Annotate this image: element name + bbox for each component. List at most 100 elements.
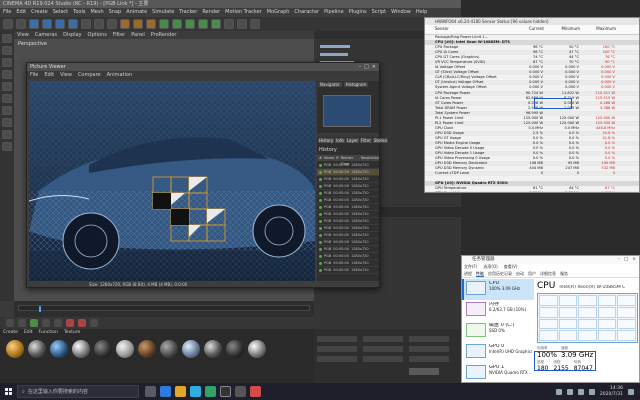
menu-item[interactable]: Create	[31, 8, 48, 17]
menu-item[interactable]: Tools	[73, 8, 85, 17]
history-tab[interactable]: Stereo	[372, 138, 388, 143]
start-button[interactable]	[0, 383, 17, 400]
axis-z-icon[interactable]	[107, 19, 117, 29]
viewport-menu-item[interactable]: Panel	[131, 31, 145, 39]
axis-x-icon[interactable]	[81, 19, 91, 29]
picture-viewer-menu-item[interactable]: Animation	[107, 71, 133, 79]
timeline-playhead[interactable]	[39, 306, 41, 312]
history-row[interactable]: PGB 00:00:00 1280x720	[317, 260, 379, 267]
history-tab[interactable]: Info	[335, 138, 345, 143]
array-icon[interactable]	[198, 19, 208, 29]
viewport-menu-item[interactable]: ProRender	[151, 31, 177, 39]
hwinfo-icon[interactable]	[250, 386, 261, 397]
history-row[interactable]: PGB 00:00:00 1280x720	[317, 246, 379, 253]
picture-viewer-menu-item[interactable]: Edit	[44, 71, 54, 79]
notification-icon[interactable]	[628, 388, 634, 395]
performance-item[interactable]: GPU 1NVIDIA Quadro RTX ... 0%	[462, 363, 534, 382]
deformer-icon[interactable]	[211, 19, 221, 29]
taskbar-search-box[interactable]: ⌕ 在这里输入你要搜索的内容	[17, 385, 139, 398]
navigator-thumbnail[interactable]	[323, 95, 371, 127]
task-manager-tab[interactable]: 性能	[476, 270, 484, 277]
live-select-icon[interactable]	[29, 19, 39, 29]
timeline-track[interactable]	[18, 305, 310, 312]
keyframe-icon[interactable]	[90, 319, 98, 327]
menu-item[interactable]: File	[3, 8, 11, 17]
undo-icon[interactable]	[3, 19, 13, 29]
cinema4d-icon[interactable]	[220, 386, 231, 397]
render-to-picture-viewer-icon[interactable]	[133, 19, 143, 29]
edges-mode-icon[interactable]	[2, 70, 12, 79]
material-menu-item[interactable]: Function	[39, 329, 58, 336]
history-tab[interactable]: History	[318, 138, 335, 143]
go-to-end-icon[interactable]	[54, 319, 62, 327]
store-icon[interactable]	[190, 386, 201, 397]
floor-icon[interactable]	[224, 19, 234, 29]
axis-mode-icon[interactable]	[2, 94, 12, 103]
mail-icon[interactable]	[205, 386, 216, 397]
col-maximum[interactable]: Maximum	[581, 25, 617, 34]
material-menu-item[interactable]: Create	[3, 329, 18, 336]
snap-icon[interactable]	[2, 118, 12, 127]
texture-mode-icon[interactable]	[2, 46, 12, 55]
menu-item[interactable]: Window	[391, 8, 411, 17]
task-view-icon[interactable]	[145, 386, 156, 397]
performance-item[interactable]: GPU 0Intel(R) UHD Graphics 2%	[462, 342, 534, 363]
history-column-header[interactable]: Render Time	[341, 155, 359, 166]
menu-item[interactable]: MoGraph	[267, 8, 290, 17]
task-manager-tab[interactable]: 应用历史记录	[488, 270, 512, 277]
performance-item[interactable]: 磁盘 0 (C:) SSD 0%	[462, 321, 534, 342]
menu-item[interactable]: Render	[202, 8, 220, 17]
picture-viewer-menu-item[interactable]: Compare	[78, 71, 101, 79]
minimize-icon[interactable]: –	[618, 256, 620, 264]
tweak-mode-icon[interactable]	[2, 106, 12, 115]
material-swatch[interactable]	[116, 340, 134, 358]
menu-item[interactable]: Pipeline	[324, 8, 344, 17]
volume-icon[interactable]	[577, 388, 584, 395]
move-icon[interactable]	[42, 19, 52, 29]
light-icon[interactable]	[250, 19, 260, 29]
close-icon[interactable]: ×	[372, 63, 376, 71]
autokey-icon[interactable]	[78, 319, 86, 327]
sensor-row[interactable]: GPU Core Voltage0.594 V0.594 V0.918 V	[425, 191, 639, 192]
history-row[interactable]: PGB 00:00:00 1280x720	[317, 162, 379, 169]
menu-item[interactable]: Simulate	[152, 8, 174, 17]
material-menu-item[interactable]: Edit	[24, 329, 33, 336]
record-icon[interactable]	[66, 319, 74, 327]
viewport-menu-item[interactable]: Display	[63, 31, 81, 39]
menu-item[interactable]: Motion Tracker	[225, 8, 262, 17]
history-row[interactable]: PGB 00:00:00 1280x720	[317, 211, 379, 218]
rotate-icon[interactable]	[68, 19, 78, 29]
edge-icon[interactable]	[160, 386, 171, 397]
viewport-menu-item[interactable]: Options	[88, 31, 107, 39]
task-manager-tab[interactable]: 用户	[528, 270, 536, 277]
navigator-tab[interactable]: Navigator	[318, 82, 342, 87]
navigator-tab[interactable]: Histogram	[343, 82, 369, 87]
material-swatch[interactable]	[28, 340, 46, 358]
material-swatch[interactable]	[94, 340, 112, 358]
performance-item[interactable]: 内存 6.2/63.7 GB (10%)	[462, 300, 534, 321]
col-current[interactable]: Current	[515, 25, 545, 34]
history-column-header[interactable]: R	[336, 155, 338, 161]
menu-item[interactable]: Tracker	[179, 8, 197, 17]
task-manager-tab[interactable]: 服务	[560, 270, 568, 277]
timeline[interactable]	[14, 301, 314, 317]
history-row[interactable]: PGB 00:00:00 1280x720	[317, 176, 379, 183]
step-back-icon[interactable]	[18, 319, 26, 327]
history-row[interactable]: PGB 00:00:00 1280x720	[317, 183, 379, 190]
performance-item[interactable]: CPU 100% 3.09 GHz	[462, 279, 534, 300]
cube-icon[interactable]	[159, 19, 169, 29]
history-row[interactable]: PGB 00:00:00 1280x720	[317, 232, 379, 239]
history-row[interactable]: PGB 00:00:00 1280x720	[317, 239, 379, 246]
history-row[interactable]: PGB 00:00:00 1280x720	[317, 267, 379, 274]
render-view-icon[interactable]	[120, 19, 130, 29]
col-sensor[interactable]: Sensor	[425, 25, 515, 34]
viewport-menu-item[interactable]: Filter	[113, 31, 125, 39]
material-menu-item[interactable]: Texture	[64, 329, 80, 336]
history-column-header[interactable]: Name	[324, 155, 334, 161]
viewport-menu-item[interactable]: Cameras	[35, 31, 57, 39]
menu-item[interactable]: Animate	[126, 8, 147, 17]
redo-icon[interactable]	[16, 19, 26, 29]
material-swatch[interactable]	[6, 340, 24, 358]
history-column-header[interactable]: Resolution	[361, 155, 379, 161]
material-swatch[interactable]	[248, 340, 266, 358]
